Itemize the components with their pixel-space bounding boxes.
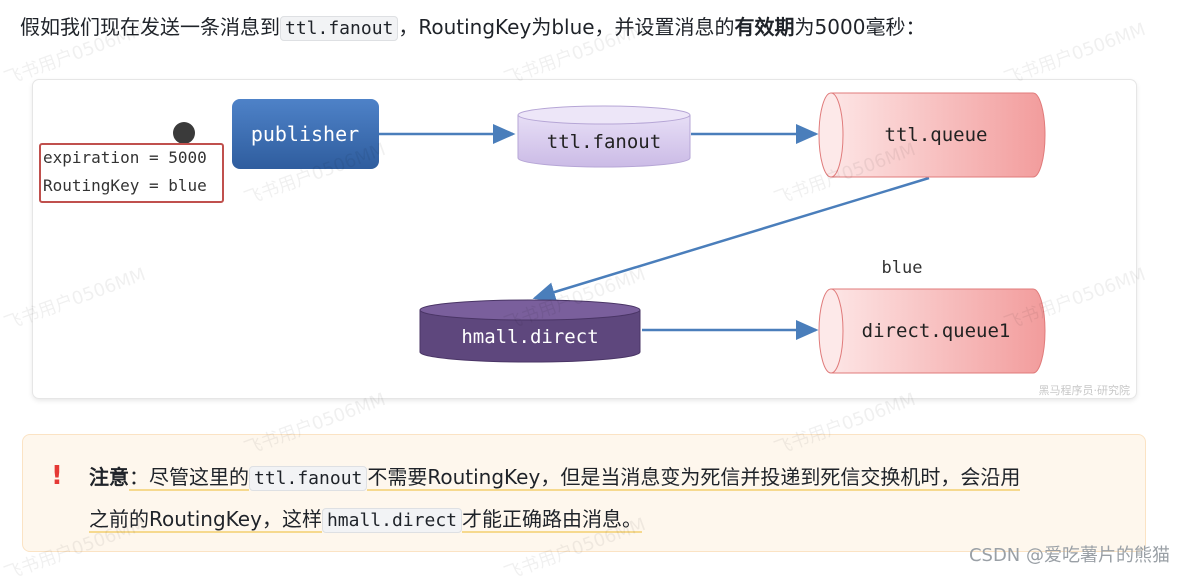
note-text-2: 不需要RoutingKey，但是当消息变为死信并投递到死信交换机时，会沿用 — [367, 465, 1021, 491]
exclamation-icon: ! — [51, 461, 63, 491]
inline-code-ttl-fanout: ttl.fanout — [280, 16, 399, 41]
note-text: 注意：尽管这里的 ttl.fanout 不需要RoutingKey，但是当消息变为死… — [89, 457, 1139, 541]
message-dot-icon — [173, 122, 195, 144]
message-line-expiration: expiration = 5000 — [43, 148, 207, 167]
direct-queue1-label: direct.queue1 — [862, 320, 1011, 342]
note-label: 注意 — [89, 465, 129, 489]
note-text-3: 之前的RoutingKey，这样 — [89, 507, 322, 533]
intro-text-2: ，RoutingKey为blue，并设置消息的 — [398, 15, 735, 39]
intro-bold: 有效期 — [734, 15, 795, 39]
csdn-watermark: CSDN @爱吃薯片的熊猫 — [968, 545, 1170, 566]
ttl-fanout-label: ttl.fanout — [547, 131, 661, 153]
note-code-hmall-direct: hmall.direct — [321, 508, 462, 533]
dead-letter-diagram: expiration = 5000 RoutingKey = blue publ… — [33, 80, 1136, 398]
intro-paragraph: 假如我们现在发送一条消息到 ttl.fanout ，RoutingKey为blue，… — [20, 12, 925, 44]
note-code-ttl-fanout: ttl.fanout — [249, 466, 368, 491]
message-line-routingkey: RoutingKey = blue — [43, 176, 207, 195]
hmall-direct-label: hmall.direct — [461, 326, 598, 348]
note-callout: ! 注意：尽管这里的 ttl.fanout 不需要RoutingKey，但是当消息变… — [22, 434, 1146, 552]
publisher-label: publisher — [251, 122, 359, 146]
diagram-credit: 黑马程序员·研究院 — [1039, 383, 1131, 397]
ttl-queue-label: ttl.queue — [885, 124, 988, 146]
binding-label-blue: blue — [882, 258, 923, 278]
note-text-1: ：尽管这里的 — [129, 465, 249, 491]
note-text-4: 才能正确路由消息。 — [462, 507, 642, 533]
intro-text-1: 假如我们现在发送一条消息到 — [20, 15, 280, 39]
intro-text-3: 为5000毫秒： — [794, 15, 926, 39]
arrow-ttl-queue-to-direct — [532, 176, 930, 302]
